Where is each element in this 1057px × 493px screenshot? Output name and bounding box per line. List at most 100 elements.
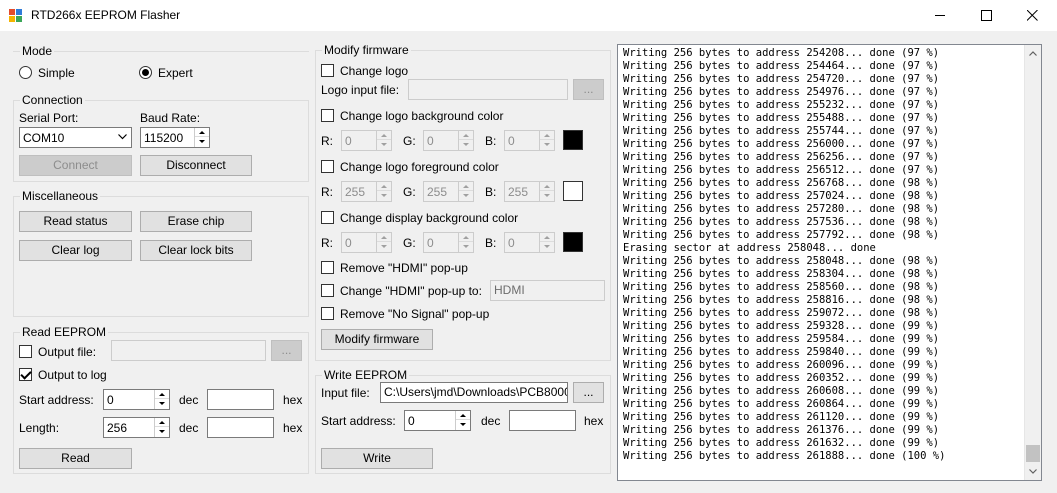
read-status-button[interactable]: Read status xyxy=(19,211,132,232)
read-length-stepper[interactable]: 256 xyxy=(103,417,170,438)
input-file-field[interactable]: C:\Users\jmd\Downloads\PCB800099 xyxy=(380,382,568,403)
increment-arrow-icon[interactable] xyxy=(155,390,169,399)
change-hdmi-checkbox[interactable] xyxy=(321,284,334,297)
increment-arrow-icon[interactable] xyxy=(456,411,470,420)
increment-arrow-icon[interactable] xyxy=(377,182,391,191)
change-logo-checkbox[interactable] xyxy=(321,64,334,77)
decrement-arrow-icon[interactable] xyxy=(540,140,554,149)
disconnect-button[interactable]: Disconnect xyxy=(140,155,252,176)
maximize-button[interactable] xyxy=(963,0,1009,31)
display-bg-color-swatch[interactable] xyxy=(563,232,583,252)
decrement-arrow-icon[interactable] xyxy=(195,137,209,146)
decrement-arrow-icon[interactable] xyxy=(459,242,473,251)
modify-firmware-legend: Modify firmware xyxy=(322,43,411,57)
remove-hdmi-label[interactable]: Remove "HDMI" pop-up xyxy=(340,261,468,275)
output-to-log-label[interactable]: Output to log xyxy=(38,368,107,382)
scroll-up-arrow-icon[interactable] xyxy=(1025,45,1041,62)
display-bg-r-stepper[interactable]: 0 xyxy=(341,232,392,253)
display-bg-b-stepper[interactable]: 0 xyxy=(504,232,555,253)
logo-bg-checkbox[interactable] xyxy=(321,109,334,122)
output-file-checkbox[interactable] xyxy=(19,345,32,358)
increment-arrow-icon[interactable] xyxy=(377,131,391,140)
clear-lock-bits-button[interactable]: Clear lock bits xyxy=(140,240,252,261)
remove-hdmi-checkbox[interactable] xyxy=(321,261,334,274)
scrollbar-thumb[interactable] xyxy=(1026,445,1040,462)
logo-bg-r-stepper[interactable]: 0 xyxy=(341,130,392,151)
input-file-browse-button[interactable]: ... xyxy=(573,382,604,403)
logo-bg-b-stepper[interactable]: 0 xyxy=(504,130,555,151)
mode-simple-label[interactable]: Simple xyxy=(38,66,75,80)
display-bg-label[interactable]: Change display background color xyxy=(340,211,518,225)
logo-bg-g-label: G: xyxy=(403,134,416,148)
erase-chip-button[interactable]: Erase chip xyxy=(140,211,252,232)
connect-button[interactable]: Connect xyxy=(19,155,132,176)
logo-bg-g-stepper[interactable]: 0 xyxy=(423,130,474,151)
output-file-input[interactable] xyxy=(111,340,266,361)
write-start-address-stepper[interactable]: 0 xyxy=(404,410,471,431)
increment-arrow-icon[interactable] xyxy=(377,233,391,242)
logo-fg-b-stepper[interactable]: 255 xyxy=(504,181,555,202)
display-bg-g-stepper[interactable]: 0 xyxy=(423,232,474,253)
log-line: Writing 256 bytes to address 254976... d… xyxy=(623,86,940,98)
mode-simple-radio[interactable] xyxy=(19,66,32,79)
decrement-arrow-icon[interactable] xyxy=(377,242,391,251)
logo-bg-color-swatch[interactable] xyxy=(563,130,583,150)
mode-expert-radio[interactable] xyxy=(139,66,152,79)
change-logo-label[interactable]: Change logo xyxy=(340,64,408,78)
remove-nosignal-checkbox[interactable] xyxy=(321,307,334,320)
logo-fg-r-stepper[interactable]: 255 xyxy=(341,181,392,202)
log-line: Writing 256 bytes to address 255744... d… xyxy=(623,125,940,137)
read-button[interactable]: Read xyxy=(19,448,132,469)
logo-browse-button[interactable]: ... xyxy=(573,79,604,100)
increment-arrow-icon[interactable] xyxy=(540,182,554,191)
decrement-arrow-icon[interactable] xyxy=(155,427,169,436)
logo-fg-g-stepper[interactable]: 255 xyxy=(423,181,474,202)
baud-rate-stepper[interactable]: 115200 xyxy=(140,127,210,148)
logo-fg-color-swatch[interactable] xyxy=(563,181,583,201)
title-bar[interactable]: RTD266x EEPROM Flasher xyxy=(0,0,1057,31)
increment-arrow-icon[interactable] xyxy=(155,418,169,427)
increment-arrow-icon[interactable] xyxy=(540,233,554,242)
read-start-address-stepper[interactable]: 0 xyxy=(103,389,170,410)
logo-fg-label[interactable]: Change logo foreground color xyxy=(340,160,499,174)
display-bg-checkbox[interactable] xyxy=(321,211,334,224)
output-to-log-checkbox[interactable] xyxy=(19,368,32,381)
decrement-arrow-icon[interactable] xyxy=(459,191,473,200)
decrement-arrow-icon[interactable] xyxy=(459,140,473,149)
serial-port-select[interactable]: COM10 xyxy=(19,127,132,148)
output-file-label[interactable]: Output file: xyxy=(38,345,96,359)
increment-arrow-icon[interactable] xyxy=(540,131,554,140)
close-button[interactable] xyxy=(1009,0,1055,31)
remove-nosignal-label[interactable]: Remove "No Signal" pop-up xyxy=(340,307,489,321)
increment-arrow-icon[interactable] xyxy=(195,128,209,137)
write-start-hex-input[interactable] xyxy=(509,410,576,431)
decrement-arrow-icon[interactable] xyxy=(155,399,169,408)
log-output[interactable]: Writing 256 bytes to address 254208... d… xyxy=(617,44,1042,481)
decrement-arrow-icon[interactable] xyxy=(377,191,391,200)
logo-fg-checkbox[interactable] xyxy=(321,160,334,173)
decrement-arrow-icon[interactable] xyxy=(540,242,554,251)
decrement-arrow-icon[interactable] xyxy=(456,420,470,429)
display-bg-r-label: R: xyxy=(321,236,333,250)
log-line: Writing 256 bytes to address 258816... d… xyxy=(623,294,940,306)
increment-arrow-icon[interactable] xyxy=(459,233,473,242)
clear-log-button[interactable]: Clear log xyxy=(19,240,132,261)
logo-input-field[interactable] xyxy=(408,79,568,100)
output-file-browse-button[interactable]: ... xyxy=(271,340,302,361)
change-hdmi-label[interactable]: Change "HDMI" pop-up to: xyxy=(340,284,482,298)
log-line: Writing 256 bytes to address 255488... d… xyxy=(623,112,940,124)
decrement-arrow-icon[interactable] xyxy=(377,140,391,149)
change-hdmi-input[interactable]: HDMI xyxy=(490,280,605,301)
increment-arrow-icon[interactable] xyxy=(459,131,473,140)
read-start-hex-input[interactable] xyxy=(207,389,274,410)
increment-arrow-icon[interactable] xyxy=(459,182,473,191)
log-scrollbar[interactable] xyxy=(1024,45,1041,480)
scroll-down-arrow-icon[interactable] xyxy=(1025,463,1041,480)
mode-expert-label[interactable]: Expert xyxy=(158,66,193,80)
minimize-button[interactable] xyxy=(917,0,963,31)
decrement-arrow-icon[interactable] xyxy=(540,191,554,200)
write-button[interactable]: Write xyxy=(321,448,433,469)
modify-firmware-button[interactable]: Modify firmware xyxy=(321,329,433,350)
logo-bg-label[interactable]: Change logo background color xyxy=(340,109,503,123)
read-length-hex-input[interactable] xyxy=(207,417,274,438)
